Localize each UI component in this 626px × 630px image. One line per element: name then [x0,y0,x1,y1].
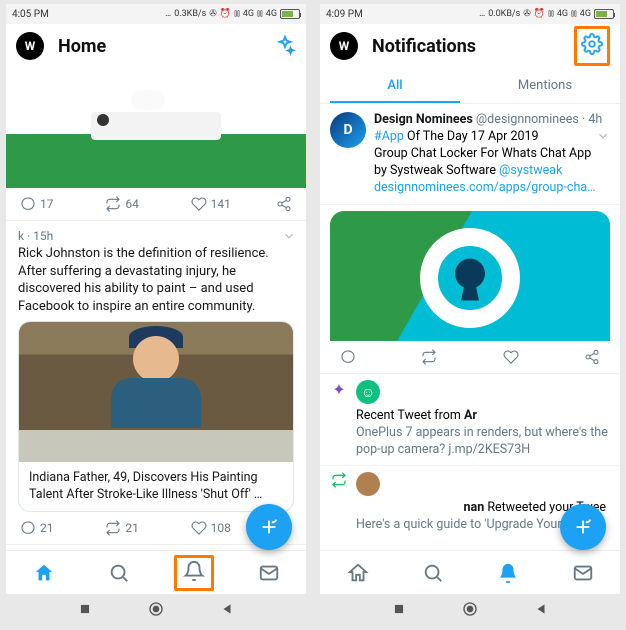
page-title: Home [58,36,274,57]
link-card-image [19,322,293,430]
nav-notifications[interactable] [156,551,231,594]
nav-notifications[interactable] [470,551,545,594]
bottom-nav [320,550,620,594]
recent-apps-button[interactable] [78,602,92,616]
retweet-button[interactable]: 64 [105,196,186,212]
compose-fab[interactable] [560,504,606,550]
reply-button[interactable] [340,349,356,365]
phone-right: 4:09 PM … 0.0KB/s ✇ ⏰ ⫾⫾ 4G ⫾⫾ 4G W Noti… [320,4,620,624]
alarm-icon: ⏰ [220,9,231,19]
battery-icon [594,9,614,19]
back-button[interactable] [220,602,234,616]
tweet[interactable]: k · 15h Rick Johnston is the definition … [6,221,306,315]
retweet-icon [330,472,348,488]
signal-icon: ⫾⫾ [571,9,577,19]
like-button[interactable] [503,349,519,365]
battery-icon [280,9,300,19]
avatar[interactable]: D [330,112,366,148]
tweet-text: Rick Johnston is the definition of resil… [18,245,294,315]
nav-search[interactable] [395,551,470,594]
status-right: … 0.0KB/s ✇ ⏰ ⫾⫾ 4G ⫾⫾ 4G [479,9,614,19]
app-header: W Notifications [320,24,620,68]
home-button[interactable] [462,601,478,617]
tweet-link[interactable]: designnominees.com/apps/group-cha… [374,180,610,197]
notification-item[interactable]: D Design Nominees @designnominees · 4h #… [320,104,620,205]
status-time: 4:05 PM [12,9,49,20]
post-media[interactable] [6,68,306,188]
nav-messages[interactable] [545,551,620,594]
tweet-meta: k · 15h [18,229,53,243]
engagement-row: 17 64 141 [6,188,306,221]
share-button[interactable] [276,196,292,212]
reply-button[interactable]: 17 [20,196,101,212]
bottom-nav [6,550,306,594]
xbox-console-image [91,112,221,140]
link-card-caption: Indiana Father, 49, Discovers His Painti… [19,462,293,511]
tab-all[interactable]: All [320,68,470,103]
settings-highlight [574,26,610,66]
signal-icon: ⫾⫾ [234,9,240,19]
like-button[interactable]: 141 [191,196,272,212]
retweet-button[interactable]: 21 [105,520,186,536]
no-vibrate-icon: ✇ [209,9,217,19]
home-button[interactable] [148,601,164,617]
retweet-button[interactable] [421,349,437,365]
page-title: Notifications [372,36,574,57]
status-speed: 0.0KB/s [488,9,520,19]
nav-home[interactable] [6,551,81,594]
share-button[interactable] [584,349,600,365]
notification-item[interactable]: ✦ ☺ Recent Tweet from Ar OnePlus 7 appea… [320,374,620,466]
alarm-icon: ⏰ [534,9,545,19]
signal-icon: ⫾⫾ [548,9,554,19]
phone-left: 4:05 PM … 0.3KB/s ✇ ⏰ ⫾⫾ 4G ⫾⫾ 4G W Home… [6,4,306,624]
signal-icon: ⫾⫾ [257,9,263,19]
notification-tabs: All Mentions [320,68,620,104]
status-time: 4:09 PM [326,9,363,20]
nav-search[interactable] [81,551,156,594]
nav-home[interactable] [320,551,395,594]
system-nav [320,594,620,624]
reply-button[interactable]: 21 [20,520,101,536]
notification-media[interactable] [330,211,610,341]
chevron-down-icon[interactable] [282,229,296,243]
recent-apps-button[interactable] [392,602,406,616]
sparkle-icon[interactable] [274,35,296,57]
back-button[interactable] [534,602,548,616]
system-nav [6,594,306,624]
sparkle-icon: ✦ [330,380,348,399]
avatar[interactable] [356,472,380,496]
gear-icon[interactable] [581,33,603,55]
feed[interactable]: 17 64 141 k · 15h Rick Johnston is the d… [6,68,306,550]
status-right: … 0.3KB/s ✇ ⏰ ⫾⫾ 4G ⫾⫾ 4G [165,9,300,19]
avatar-button[interactable]: W [330,32,358,60]
no-vibrate-icon: ✇ [523,9,531,19]
nav-messages[interactable] [231,551,306,594]
avatar-button[interactable]: W [16,32,44,60]
link-card[interactable]: Indiana Father, 49, Discovers His Painti… [18,321,294,512]
compose-fab[interactable] [246,504,292,550]
avatar[interactable]: ☺ [356,380,380,404]
notification-feed[interactable]: D Design Nominees @designnominees · 4h #… [320,104,620,550]
status-bar: 4:09 PM … 0.0KB/s ✇ ⏰ ⫾⫾ 4G ⫾⫾ 4G [320,4,620,24]
tab-mentions[interactable]: Mentions [470,68,620,103]
status-speed: 0.3KB/s [174,9,206,19]
engagement-row [320,341,620,374]
status-bar: 4:05 PM … 0.3KB/s ✇ ⏰ ⫾⫾ 4G ⫾⫾ 4G [6,4,306,24]
chevron-down-icon[interactable] [596,129,610,143]
app-header: W Home [6,24,306,68]
